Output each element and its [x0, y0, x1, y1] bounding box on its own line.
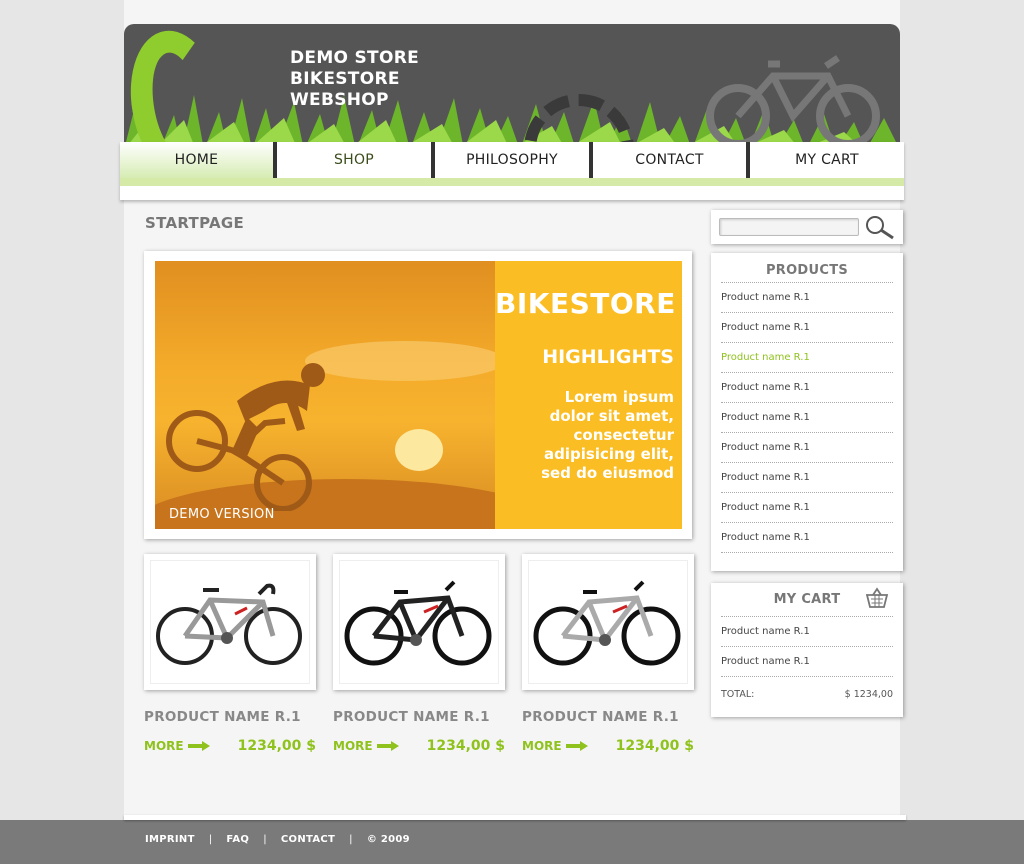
- arrow-right-icon: [187, 741, 210, 751]
- sidebar-product-item[interactable]: Product name R.1: [721, 433, 893, 463]
- banner-text-line: Lorem ipsum: [564, 388, 674, 406]
- sidebar-product-item[interactable]: Product name R.1: [721, 523, 893, 553]
- nav-shop[interactable]: SHOP: [277, 142, 435, 178]
- demo-version-label: DEMO VERSION: [169, 507, 275, 522]
- sidebar-product-item[interactable]: Product name R.1: [721, 313, 893, 343]
- footer-link-faq[interactable]: FAQ: [226, 834, 249, 845]
- product-price: 1234,00 $: [615, 738, 694, 754]
- more-label: MORE: [522, 739, 562, 753]
- cart-total-label: TOTAL:: [721, 688, 755, 700]
- footer-separator: |: [263, 834, 267, 845]
- footer-links: IMPRINT | FAQ | CONTACT | © 2009: [145, 834, 410, 845]
- header-banner: DEMO STORE BIKESTORE WEBSHOP: [124, 24, 900, 150]
- more-label: MORE: [333, 739, 373, 753]
- cart-item[interactable]: Product name R.1: [721, 647, 893, 677]
- banner-text-line: dolor sit amet,: [549, 407, 674, 425]
- search-box: [711, 210, 903, 244]
- more-link[interactable]: MORE: [522, 739, 588, 753]
- sidebar-product-item[interactable]: Product name R.1: [721, 283, 893, 313]
- product-name[interactable]: PRODUCT NAME R.1: [333, 709, 505, 725]
- product-image-frame[interactable]: [522, 554, 694, 690]
- logo-line-1: DEMO STORE: [290, 48, 420, 68]
- more-link[interactable]: MORE: [144, 739, 210, 753]
- banner-text-line: adipisicing elit,: [544, 445, 674, 463]
- logo-line-2: BIKESTORE: [290, 69, 400, 89]
- product-name[interactable]: PRODUCT NAME R.1: [522, 709, 694, 725]
- footer-divider: [124, 815, 906, 820]
- logo-line-3: WEBSHOP: [290, 90, 389, 110]
- product-card: PRODUCT NAME R.1 MORE 1234,00 $: [333, 554, 505, 754]
- search-input[interactable]: [719, 218, 859, 236]
- sun-decoration: [395, 429, 443, 471]
- banner-text-panel: BIKESTORE HIGHLIGHTS Lorem ipsum dolor s…: [495, 261, 682, 529]
- mountain-bike-icon: [533, 580, 681, 666]
- nav-home[interactable]: HOME: [120, 142, 277, 178]
- main-nav: HOME SHOP PHILOSOPHY CONTACT MY CART: [120, 142, 904, 200]
- cart-title: MY CART: [773, 592, 841, 607]
- mountain-bike-icon: [344, 580, 492, 666]
- page-title: STARTPAGE: [145, 214, 245, 232]
- footer-separator: |: [349, 834, 353, 845]
- banner-description: Lorem ipsum dolor sit amet, consectetur …: [495, 388, 674, 483]
- arrow-right-icon: [565, 741, 588, 751]
- basket-icon[interactable]: [865, 587, 889, 609]
- sidebar-product-item[interactable]: Product name R.1: [721, 493, 893, 523]
- hero-banner[interactable]: DEMO VERSION BIKESTORE HIGHLIGHTS Lorem …: [144, 251, 692, 539]
- nav-contact[interactable]: CONTACT: [593, 142, 750, 178]
- arrow-right-icon: [376, 741, 399, 751]
- banner-text-line: sed do eiusmod: [541, 464, 674, 482]
- road-bike-icon: [156, 583, 302, 665]
- cyclist-silhouette-icon: [166, 363, 325, 511]
- sidebar-product-item[interactable]: Product name R.1: [721, 403, 893, 433]
- more-label: MORE: [144, 739, 184, 753]
- cart-item[interactable]: Product name R.1: [721, 617, 893, 647]
- bike-silhouette-icon: [706, 55, 880, 146]
- product-price: 1234,00 $: [426, 738, 505, 754]
- sidebar-product-item[interactable]: Product name R.1: [721, 463, 893, 493]
- products-sidebar: PRODUCTS Product name R.1 Product name R…: [711, 253, 903, 571]
- footer-link-imprint[interactable]: IMPRINT: [145, 834, 195, 845]
- product-image: [339, 560, 499, 684]
- nav-philosophy[interactable]: PHILOSOPHY: [435, 142, 593, 178]
- product-card: PRODUCT NAME R.1 MORE 1234,00 $: [522, 554, 694, 754]
- sidebar-product-item[interactable]: Product name R.1: [721, 343, 893, 373]
- banner-image: DEMO VERSION: [155, 261, 495, 529]
- product-image: [528, 560, 688, 684]
- banner-title: BIKESTORE: [495, 287, 676, 320]
- cart-total-value: $ 1234,00: [844, 688, 893, 700]
- tire-decoration: [124, 24, 235, 150]
- footer-separator: |: [208, 834, 213, 845]
- products-title: PRODUCTS: [721, 253, 893, 283]
- footer-link-contact[interactable]: CONTACT: [281, 834, 335, 845]
- nav-my-cart[interactable]: MY CART: [750, 142, 904, 178]
- product-name[interactable]: PRODUCT NAME R.1: [144, 709, 316, 725]
- product-image-frame[interactable]: [144, 554, 316, 690]
- cart-total-row: TOTAL: $ 1234,00: [721, 677, 893, 711]
- cart-header: MY CART: [721, 583, 893, 617]
- product-card: PRODUCT NAME R.1 MORE 1234,00 $: [144, 554, 316, 754]
- product-image-frame[interactable]: [333, 554, 505, 690]
- footer-copyright: © 2009: [366, 834, 410, 845]
- banner-subtitle: HIGHLIGHTS: [542, 346, 674, 368]
- cart-sidebar: MY CART Product name R.1 Product name R.…: [711, 583, 903, 717]
- banner-text-line: consectetur: [573, 426, 674, 444]
- sidebar-product-item[interactable]: Product name R.1: [721, 373, 893, 403]
- more-link[interactable]: MORE: [333, 739, 399, 753]
- product-image: [150, 560, 310, 684]
- product-price: 1234,00 $: [237, 738, 316, 754]
- nav-accent-bar: [120, 178, 904, 186]
- store-logo[interactable]: DEMO STORE BIKESTORE WEBSHOP: [290, 48, 419, 111]
- search-icon[interactable]: [863, 214, 897, 240]
